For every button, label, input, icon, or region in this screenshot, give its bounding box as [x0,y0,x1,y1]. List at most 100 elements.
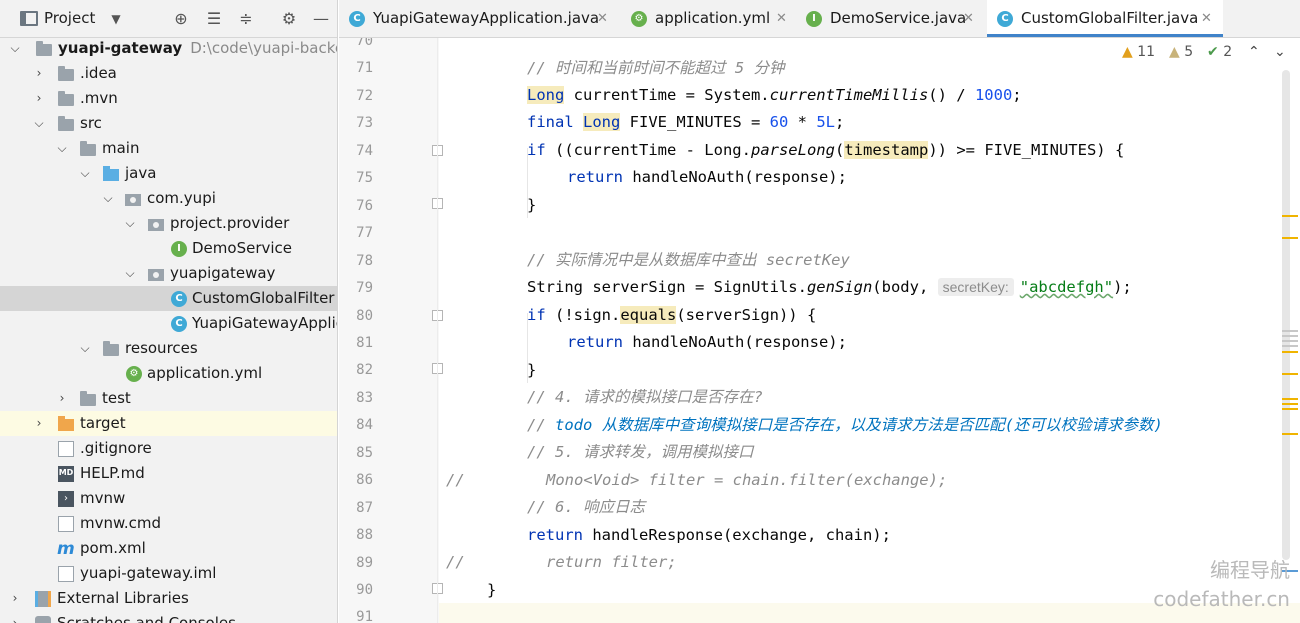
tree-item-iml[interactable]: yuapi-gateway.iml [0,561,337,586]
tree-item-com-yupi[interactable]: ⌵ com.yupi [0,186,337,211]
tree-item-java[interactable]: ⌵ java [0,161,337,186]
tree-item-application-yml[interactable]: ⚙ application.yml [0,361,337,386]
gear-icon[interactable]: ⚙ [279,9,299,29]
scrollbar-thumb[interactable] [1282,70,1290,560]
warning-marker[interactable] [1282,215,1298,217]
tree-item-yuapigatewayapplication[interactable]: C YuapiGatewayApplic [0,311,337,336]
chevron-down-icon[interactable]: ⌵ [79,336,91,361]
target-icon[interactable]: ⊕ [171,9,191,29]
tree-item-gitignore[interactable]: .gitignore [0,436,337,461]
warning-marker[interactable] [1282,433,1298,435]
line-number[interactable]: 74 [339,138,373,165]
code-editor[interactable]: 70 71 72 73 74 75 76 77 78 79 80 81 82 83 84 85 86 87 88 89… [339,38,1300,623]
tree-item-mvnw[interactable]: › mvnw [0,486,337,511]
close-icon[interactable]: ✕ [963,0,974,37]
collapse-all-icon[interactable]: ≑ [236,9,256,29]
chevron-right-icon[interactable]: › [33,61,45,86]
line-number[interactable]: 70 [339,38,373,55]
line-number[interactable]: 75 [339,165,373,192]
info-marker[interactable] [1282,330,1298,332]
typos-indicator[interactable]: ✔ 2 [1207,44,1232,60]
project-view-title[interactable]: Project [44,9,95,27]
tree-item-main[interactable]: ⌵ main [0,136,337,161]
chevron-down-icon[interactable]: ⌵ [33,111,45,136]
tree-item-idea[interactable]: › .idea [0,61,337,86]
line-number[interactable]: 88 [339,522,373,549]
chevron-up-icon[interactable]: ⌃ [1248,44,1260,60]
tree-item-mvn[interactable]: › .mvn [0,86,337,111]
chevron-right-icon[interactable]: › [33,411,45,436]
line-number[interactable]: 73 [339,110,373,137]
tree-item-pom-xml[interactable]: m pom.xml [0,536,337,561]
tree-item-project-provider[interactable]: ⌵ project.provider [0,211,337,236]
chevron-right-icon[interactable]: › [9,586,21,611]
chevron-down-icon[interactable]: ⌵ [56,136,68,161]
chevron-right-icon[interactable]: › [9,611,21,623]
tree-item-external-libraries[interactable]: › External Libraries [0,586,337,611]
warning-marker[interactable] [1282,398,1298,400]
tab-demoservice[interactable]: I DemoService.java ✕ [796,0,981,37]
method-token: genSign [806,278,873,296]
close-icon[interactable]: ✕ [597,0,608,37]
tree-item-scratches[interactable]: › Scratches and Consoles [0,611,337,623]
tree-item-resources[interactable]: ⌵ resources [0,336,337,361]
line-number[interactable]: 90 [339,577,373,604]
weak-warnings-indicator[interactable]: ▲ 5 [1169,44,1193,60]
line-number[interactable]: 80 [339,303,373,330]
info-marker[interactable] [1282,340,1298,342]
tree-item-src[interactable]: ⌵ src [0,111,337,136]
tree-item-test[interactable]: › test [0,386,337,411]
chevron-down-icon[interactable]: ⌵ [124,211,136,236]
line-number[interactable]: 71 [339,55,373,82]
line-number[interactable]: 84 [339,412,373,439]
minimize-icon[interactable]: — [311,9,331,29]
warning-marker[interactable] [1282,351,1298,353]
excluded-folder-icon [58,416,74,431]
close-icon[interactable]: ✕ [776,0,787,37]
line-number[interactable]: 85 [339,440,373,467]
line-number[interactable]: 78 [339,248,373,275]
chevron-down-icon[interactable]: ⌵ [124,261,136,286]
tab-application-yml[interactable]: ⚙ application.yml ✕ [621,0,796,37]
line-number[interactable]: 91 [339,604,373,623]
close-icon[interactable]: ✕ [1201,0,1212,37]
line-number[interactable]: 89 [339,550,373,577]
tree-item-target[interactable]: › target [0,411,337,436]
line-number[interactable]: 79 [339,275,373,302]
line-number[interactable]: 77 [339,220,373,247]
comment: // 5. 请求转发，调用模拟接口 [527,443,754,461]
expand-all-icon[interactable]: ☰ [204,9,224,29]
tab-customglobalfilter[interactable]: C CustomGlobalFilter.java ✕ [987,0,1223,37]
chevron-right-icon[interactable]: › [56,386,68,411]
line-number[interactable]: 76 [339,193,373,220]
line-number[interactable]: 86 [339,467,373,494]
line-number[interactable]: 81 [339,330,373,357]
warning-marker[interactable] [1282,237,1298,239]
tree-item-help-md[interactable]: MD HELP.md [0,461,337,486]
tree-item-yuapi-gateway[interactable]: ⌵ yuapi-gateway D:\code\yuapi-backen [0,36,337,61]
tree-item-demoservice[interactable]: I DemoService [0,236,337,261]
chevron-down-icon[interactable]: ▼ [106,9,126,29]
line-number[interactable]: 72 [339,83,373,110]
line-number[interactable]: 87 [339,495,373,522]
warning-marker[interactable] [1282,373,1298,375]
warnings-indicator[interactable]: ▲ 11 [1122,44,1155,60]
weak-warning-icon: ▲ [1169,44,1180,60]
chevron-down-icon[interactable]: ⌵ [9,36,21,61]
chevron-right-icon[interactable]: › [33,86,45,111]
info-marker[interactable] [1282,335,1298,337]
tree-item-customglobalfilter[interactable]: C CustomGlobalFilter [0,286,337,311]
tab-yuapigatewayapplication[interactable]: C YuapiGatewayApplication.java ✕ [339,0,614,37]
line-number[interactable]: 82 [339,357,373,384]
line-number[interactable]: 83 [339,385,373,412]
warning-marker[interactable] [1282,403,1298,405]
error-stripe[interactable] [1278,38,1300,623]
tab-label: DemoService.java [830,9,967,27]
tree-item-yuapigateway[interactable]: ⌵ yuapigateway [0,261,337,286]
type-token: Long [583,113,621,131]
chevron-down-icon[interactable]: ⌵ [102,186,114,211]
chevron-down-icon[interactable]: ⌵ [79,161,91,186]
info-marker[interactable] [1282,345,1298,347]
warning-marker[interactable] [1282,408,1298,410]
tree-item-mvnw-cmd[interactable]: mvnw.cmd [0,511,337,536]
